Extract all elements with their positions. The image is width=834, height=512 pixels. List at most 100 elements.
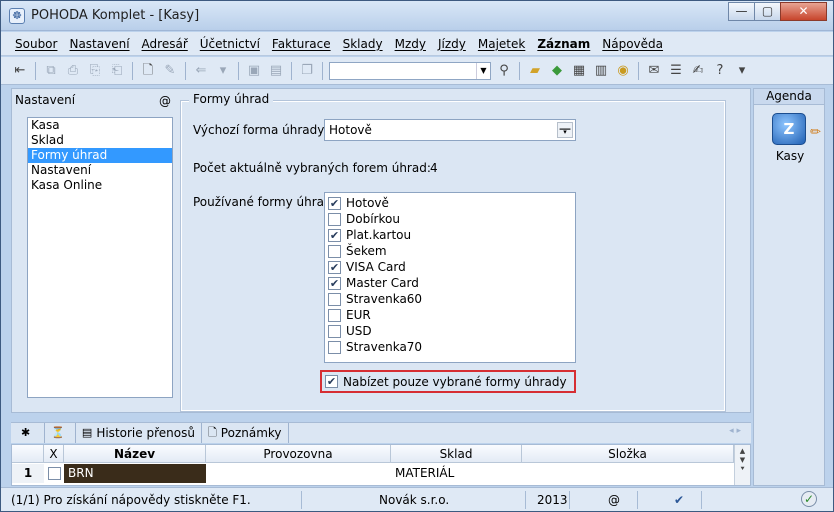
more-chevron-down-icon[interactable]: ▾ — [733, 62, 751, 80]
menu-ucetnictvi[interactable]: Účetnictví — [200, 37, 260, 51]
payment-option-label: USD — [346, 324, 372, 338]
list-item-nastaveni[interactable]: Nastavení — [28, 163, 172, 178]
select-chevron-down-icon[interactable]: ▁▁ ▾ — [557, 122, 573, 138]
calculator-icon[interactable]: ▦ — [570, 62, 588, 80]
tab-scroll-arrows[interactable]: ◂ ▸ — [729, 426, 741, 436]
column-header-slozka[interactable]: Složka — [522, 445, 734, 463]
exit-icon[interactable]: ⇤ — [11, 62, 29, 80]
menu-napoveda[interactable]: Nápověda — [602, 37, 663, 51]
menu-soubor[interactable]: Soubor — [15, 37, 57, 51]
note-icon: 🗋 — [207, 426, 217, 439]
payment-option[interactable]: ✔ VISA Card — [325, 259, 575, 275]
cell-provozovna[interactable] — [206, 464, 391, 483]
kasy-agenda-icon[interactable]: Z — [772, 113, 806, 145]
print-icon[interactable]: ⎙ — [64, 62, 82, 80]
payment-option[interactable]: EUR — [325, 307, 575, 323]
notes-icon[interactable]: ✍ — [689, 62, 707, 80]
grid-icon[interactable]: ▥ — [592, 62, 610, 80]
back-arrow-icon[interactable]: ⇐ — [192, 62, 210, 80]
dropdown-arrow-icon[interactable]: ▾ — [214, 62, 232, 80]
menu-fakturace[interactable]: Fakturace — [272, 37, 331, 51]
payment-option[interactable]: ✔ Plat.kartou — [325, 227, 575, 243]
column-header-provozovna[interactable]: Provozovna — [206, 445, 391, 463]
column-header-nazev[interactable]: Název — [64, 445, 206, 463]
payment-option[interactable]: Šekem — [325, 243, 575, 259]
coins-icon[interactable]: ◉ — [614, 62, 632, 80]
message-icon[interactable]: ✉ — [645, 62, 663, 80]
menu-nastaveni[interactable]: Nastavení — [69, 37, 129, 51]
agenda-item-kasy[interactable]: Kasy — [754, 149, 826, 163]
checkbox-unchecked-icon[interactable] — [328, 292, 341, 306]
checkbox-checked-icon[interactable]: ✔ — [328, 276, 341, 290]
menu-jizdy[interactable]: Jízdy — [438, 37, 466, 51]
list-item-kasa-online[interactable]: Kasa Online — [28, 178, 172, 193]
maximize-button[interactable]: ▢ — [754, 2, 781, 21]
money-icon[interactable]: ◆ — [548, 62, 566, 80]
status-year[interactable]: 2013 — [537, 493, 568, 507]
checkbox-unchecked-icon[interactable] — [328, 244, 341, 258]
menu-bar: Soubor Nastavení Adresář Účetnictví Fakt… — [1, 32, 833, 56]
new-document-icon[interactable]: 🗋 — [139, 62, 157, 80]
payment-option[interactable]: USD — [325, 323, 575, 339]
cell-slozka[interactable] — [522, 464, 734, 483]
save-icon[interactable]: ▣ — [245, 62, 263, 80]
checkbox-checked-icon[interactable]: ✔ — [328, 260, 341, 274]
menu-majetek[interactable]: Majetek — [478, 37, 525, 51]
offer-only-selected-checkbox[interactable]: ✔ Nabízet pouze vybrané formy úhrady — [320, 370, 576, 393]
row-checkbox[interactable] — [48, 464, 62, 483]
status-check-icon[interactable]: ✔ — [674, 493, 684, 507]
tab-main[interactable]: ✱ — [11, 423, 46, 443]
save-all-icon[interactable]: ▤ — [267, 62, 285, 80]
tab-filter[interactable]: ⏳ — [45, 423, 76, 443]
menu-adresar[interactable]: Adresář — [142, 37, 188, 51]
tab-historie-prenosu[interactable]: ▤ Historie přenosů — [76, 423, 202, 443]
cell-sklad[interactable]: MATERIÁL — [391, 464, 522, 483]
print-export-icon[interactable]: ⎗ — [108, 62, 126, 80]
copy-record-icon[interactable]: ⧉ — [42, 62, 60, 80]
payment-checklist: ✔ Hotově Dobírkou ✔ Plat.kartou Šekem ✔ VISA Ca… — [324, 192, 576, 363]
print-preview-icon[interactable]: ⎘ — [86, 62, 104, 80]
menu-mzdy[interactable]: Mzdy — [395, 37, 426, 51]
row-number-header — [12, 445, 44, 463]
list-item-kasa[interactable]: Kasa — [28, 118, 172, 133]
combo-chevron-down-icon[interactable]: ▼ — [476, 62, 490, 79]
column-header-sklad[interactable]: Sklad — [391, 445, 522, 463]
quick-search-combo[interactable]: ▼ — [329, 61, 491, 80]
checkbox-checked-icon[interactable]: ✔ — [328, 196, 341, 210]
default-payment-select[interactable]: Hotově ▁▁ ▾ — [324, 119, 576, 141]
payment-option[interactable]: ✔ Master Card — [325, 275, 575, 291]
menu-zaznam[interactable]: Záznam — [537, 37, 590, 51]
cell-nazev[interactable]: BRN — [64, 464, 206, 483]
list-item-formy-uhrad[interactable]: Formy úhrad — [28, 148, 172, 163]
row-checkbox-box[interactable] — [48, 467, 61, 480]
checkbox-unchecked-icon[interactable] — [328, 324, 341, 338]
list-icon[interactable]: ☰ — [667, 62, 685, 80]
close-button[interactable]: ✕ — [780, 2, 827, 21]
duplicate-icon[interactable]: ❐ — [298, 62, 316, 80]
payment-option[interactable]: Dobírkou — [325, 211, 575, 227]
filter-icon[interactable]: ⚲ — [495, 62, 513, 80]
minimize-button[interactable]: — — [728, 2, 755, 21]
column-header-x[interactable]: X — [44, 445, 64, 463]
checkbox-unchecked-icon[interactable] — [328, 308, 341, 322]
title-bar: ☸ POHODA Komplet - [Kasy] — ▢ ✕ — [1, 1, 833, 31]
history-icon: ▤ — [81, 426, 93, 439]
payment-option[interactable]: Stravenka60 — [325, 291, 575, 307]
menu-sklady[interactable]: Sklady — [343, 37, 383, 51]
payment-option[interactable]: ✔ Hotově — [325, 195, 575, 211]
status-at-icon[interactable]: @ — [608, 493, 620, 507]
offer-only-checkbox-box[interactable]: ✔ — [325, 375, 338, 388]
tab-poznamky[interactable]: 🗋 Poznámky — [202, 423, 289, 443]
checkbox-unchecked-icon[interactable] — [328, 340, 341, 354]
list-item-sklad[interactable]: Sklad — [28, 133, 172, 148]
grid-scrollbar[interactable]: ▲ ▼ ⯆ — [734, 445, 750, 485]
checkbox-unchecked-icon[interactable] — [328, 212, 341, 226]
edit-icon[interactable]: ✎ — [161, 62, 179, 80]
payment-option[interactable]: Stravenka70 — [325, 339, 575, 355]
at-icon[interactable]: @ — [159, 94, 171, 108]
checkbox-checked-icon[interactable]: ✔ — [328, 228, 341, 242]
help-icon[interactable]: ? — [711, 62, 729, 80]
folder-icon[interactable]: ▰ — [526, 62, 544, 80]
payment-option-label: Plat.kartou — [346, 228, 412, 242]
status-company[interactable]: Novák s.r.o. — [379, 493, 449, 507]
